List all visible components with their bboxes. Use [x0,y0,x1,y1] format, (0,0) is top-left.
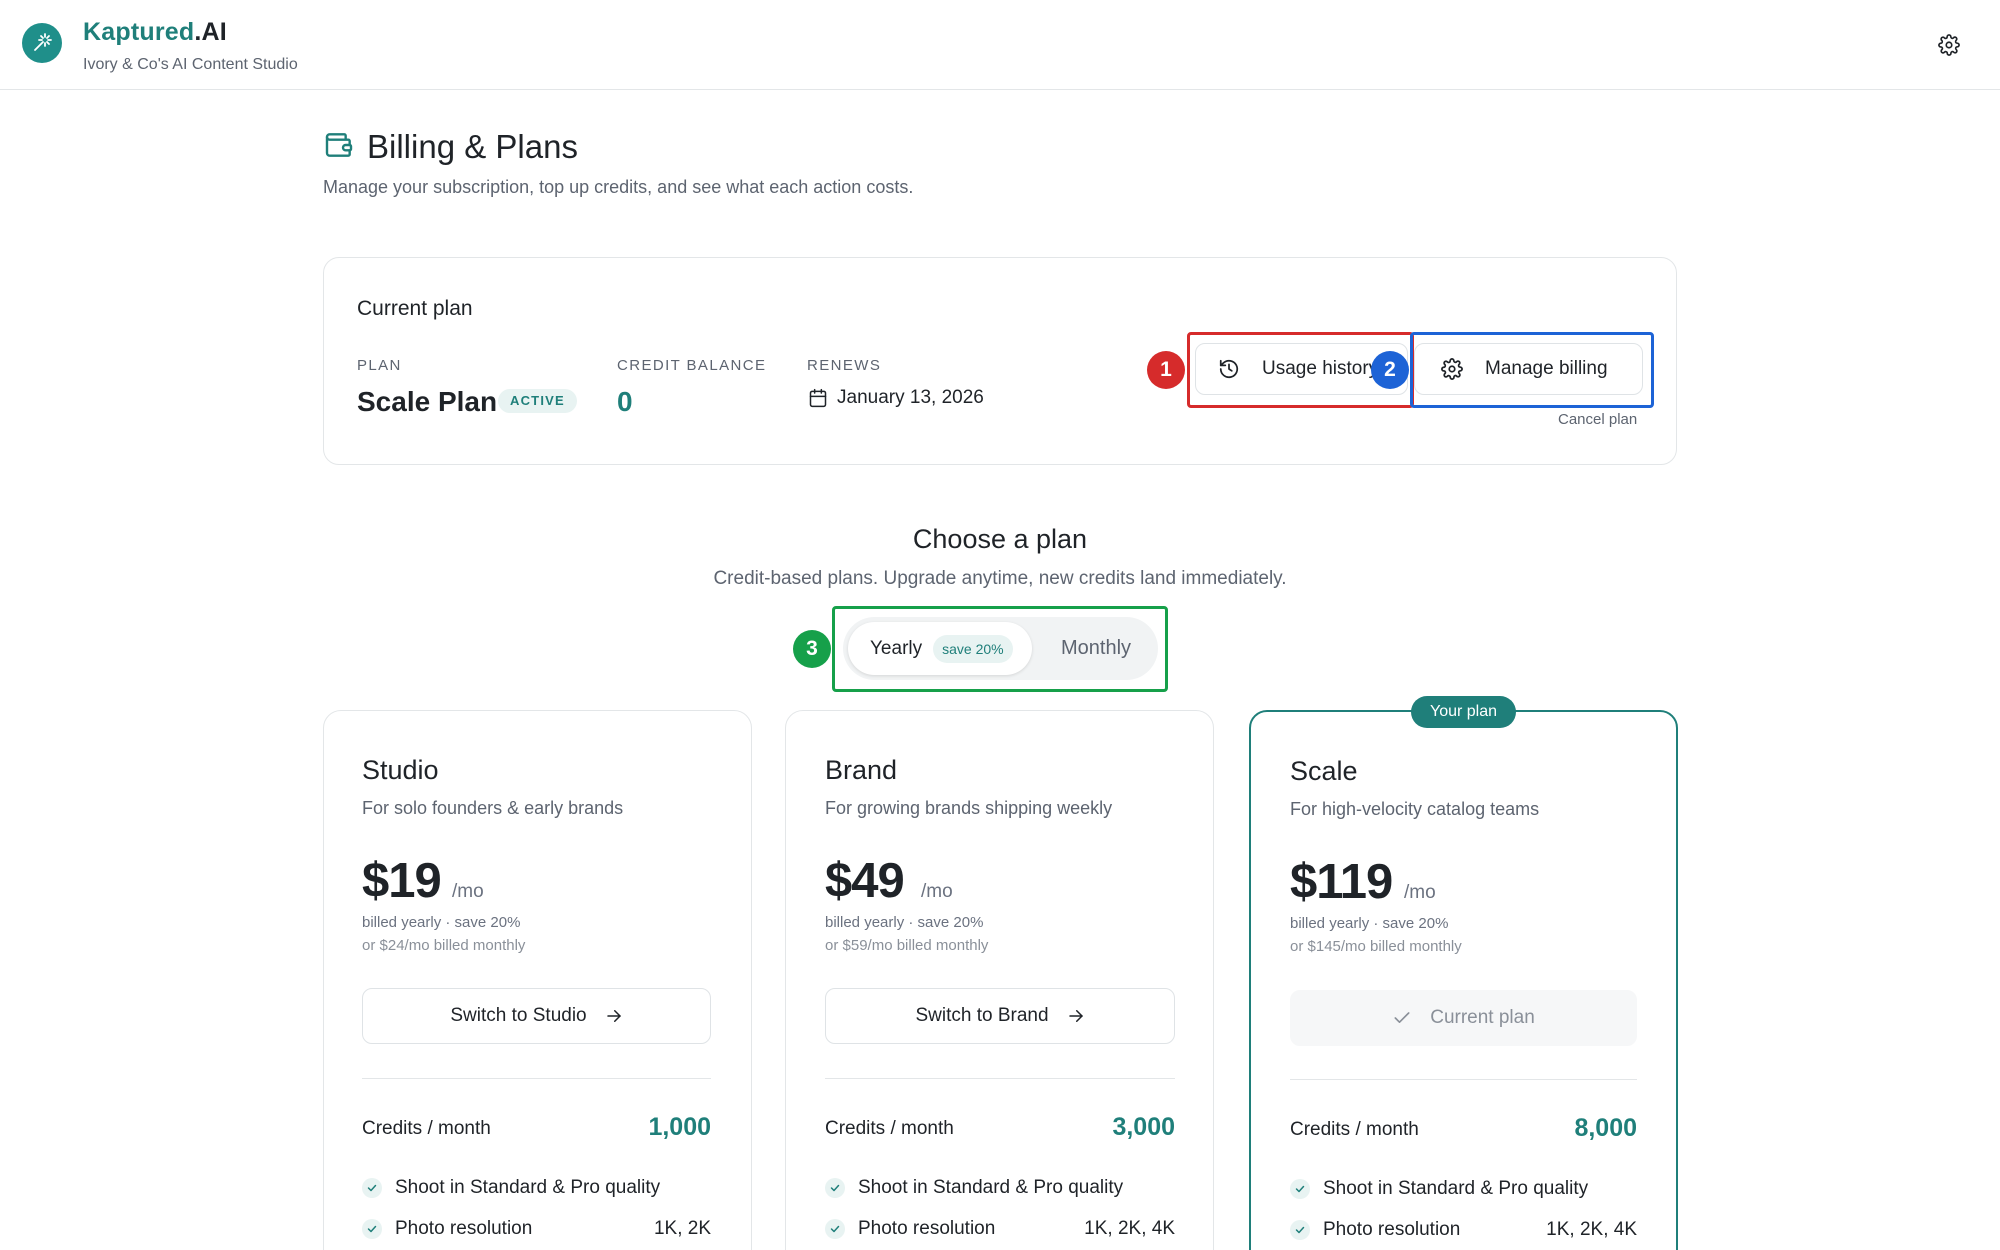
check-icon [1290,1220,1310,1240]
choose-plan-title: Choose a plan [912,524,1088,554]
credit-balance-label: CREDIT BALANCE [617,357,767,374]
plan-monthly-alt: or $145/mo billed monthly [1290,938,1462,955]
plan-description: For growing brands shipping weekly [825,798,1113,818]
credits-per-month-label: Credits / month [1290,1119,1419,1140]
renews-date: January 13, 2026 [837,387,984,408]
feature-item: Shoot in Standard & Pro quality [825,1175,1123,1201]
arrow-right-icon [1068,1010,1083,1022]
app-name-suffix: .AI [194,18,227,46]
app-name-main: Kaptured [83,18,195,46]
choose-plan-subtitle: Credit-based plans. Upgrade anytime, new… [713,568,1287,589]
plan-billed-note: billed yearly · save 20% [825,914,984,931]
feature-label: Photo resolution [1323,1219,1461,1240]
page-subtitle: Manage your subscription, top up credits… [323,177,914,197]
renews-label: RENEWS [807,357,882,374]
current-plan-label: Current plan [1430,1007,1535,1028]
cancel-plan-link[interactable]: Cancel plan [1558,411,1637,428]
annotation-marker-2: 2 [1371,351,1409,389]
credit-balance-value: 0 [617,386,633,417]
check-icon [362,1178,382,1198]
credits-per-month-value: 3,000 [1112,1113,1175,1141]
plan-card-studio [323,710,752,1250]
feature-label: Photo resolution [395,1218,533,1239]
plan-monthly-alt: or $24/mo billed monthly [362,937,526,954]
plan-card-brand [785,710,1214,1250]
plan-description: For solo founders & early brands [362,798,624,818]
feature-item: Shoot in Standard & Pro quality [362,1175,660,1201]
annotation-box-3 [832,606,1168,692]
plan-name: Brand [825,755,898,785]
switch-to-studio-button[interactable]: Switch to Studio [362,988,711,1044]
plan-divider [362,1078,711,1079]
wallet-icon [323,129,355,161]
calendar-icon [808,387,828,409]
feature-value: 1K, 2K [653,1218,711,1239]
check-icon [362,1219,382,1239]
plan-price: $19 [362,854,442,908]
plan-price: $49 [825,854,905,908]
plan-description: For high-velocity catalog teams [1290,799,1540,819]
top-bar [0,0,2000,90]
plan-price-period: /mo [921,881,953,902]
feature-label: Shoot in Standard & Pro quality [1323,1178,1589,1199]
feature-label: Shoot in Standard & Pro quality [395,1177,661,1198]
plan-name: Scale Plan [357,386,498,417]
app-name[interactable]: Kaptured.AI [83,18,227,47]
feature-value: 1K, 2K, 4K [1546,1219,1637,1240]
annotation-marker-1: 1 [1147,351,1185,389]
current-plan-heading: Current plan [357,297,473,320]
credits-per-month-label: Credits / month [362,1118,491,1139]
app-subtitle: Ivory & Co's AI Content Studio [83,56,298,73]
switch-to-brand-label: Switch to Brand [915,1005,1049,1026]
credits-per-month-label: Credits / month [825,1118,954,1139]
feature-item: Photo resolution [362,1216,532,1242]
feature-item: Photo resolution [825,1216,995,1242]
gear-icon[interactable] [1936,32,1962,58]
status-badge: ACTIVE [498,389,577,413]
feature-item: Shoot in Standard & Pro quality [1290,1176,1588,1202]
plan-name: Studio [362,755,439,785]
sparkle-wand-icon[interactable] [22,23,62,63]
current-plan-button: Current plan [1290,990,1637,1046]
check-icon [1394,1012,1410,1023]
your-plan-badge: Your plan [1411,696,1516,728]
feature-label: Shoot in Standard & Pro quality [858,1177,1124,1198]
plan-billed-note: billed yearly · save 20% [1290,915,1449,932]
plan-card-scale [1249,710,1678,1250]
check-icon [825,1178,845,1198]
arrow-right-icon [606,1010,621,1022]
plan-price: $119 [1290,855,1393,909]
switch-to-brand-button[interactable]: Switch to Brand [825,988,1175,1044]
plan-monthly-alt: or $59/mo billed monthly [825,937,989,954]
plan-billed-note: billed yearly · save 20% [362,914,521,931]
feature-value: 1K, 2K, 4K [1084,1218,1175,1239]
page-title: Billing & Plans [367,128,578,165]
switch-to-studio-label: Switch to Studio [450,1005,587,1026]
plan-divider [1290,1079,1637,1080]
annotation-box-2 [1410,332,1654,408]
check-icon [1290,1179,1310,1199]
plan-price-period: /mo [452,881,484,902]
plan-price-period: /mo [1404,882,1436,903]
credits-per-month-value: 1,000 [648,1113,711,1141]
check-icon [825,1219,845,1239]
feature-label: Photo resolution [858,1218,996,1239]
feature-item: Photo resolution [1290,1217,1460,1243]
plan-label: PLAN [357,357,402,374]
plan-name: Scale [1290,756,1358,786]
credits-per-month-value: 8,000 [1574,1114,1637,1142]
plan-divider [825,1078,1175,1079]
annotation-marker-3: 3 [793,630,831,668]
